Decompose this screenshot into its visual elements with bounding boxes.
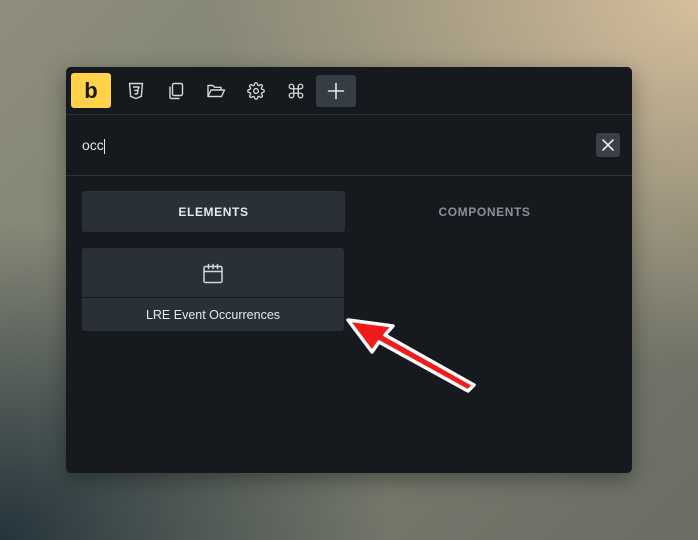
pages-icon [169,82,184,100]
clear-search-button[interactable] [596,133,620,157]
toolbar: b [66,67,632,115]
css3-button[interactable] [116,75,156,107]
tab-elements-label: ELEMENTS [178,204,249,219]
keyboard-shortcuts-button[interactable] [276,75,316,107]
annotation-arrow [346,318,476,393]
tab-components[interactable]: COMPONENTS [353,191,616,232]
add-element-button[interactable] [316,75,356,107]
tab-elements[interactable]: ELEMENTS [82,191,345,232]
folder-open-icon [207,84,226,98]
close-icon [602,139,614,151]
css3-icon [128,82,144,100]
bricks-logo[interactable]: b [71,73,111,108]
settings-gear-icon [247,82,265,100]
element-result-lre-event-occurrences[interactable]: LRE Event Occurrences [82,248,344,331]
templates-button[interactable] [196,75,236,107]
calendar-icon [203,263,223,284]
tab-components-label: COMPONENTS [438,204,531,219]
text-caret [104,139,105,154]
element-search-input[interactable] [82,133,582,157]
plus-icon [327,82,345,100]
logo-letter: b [84,77,98,103]
element-name: LRE Event Occurrences [145,307,281,322]
settings-button[interactable] [236,75,276,107]
add-element-panel: b occ ELEMENTS COMPONENTS LRE Event Occu… [66,67,632,473]
command-icon [288,83,304,99]
search-bar [66,115,632,176]
pages-button[interactable] [156,75,196,107]
